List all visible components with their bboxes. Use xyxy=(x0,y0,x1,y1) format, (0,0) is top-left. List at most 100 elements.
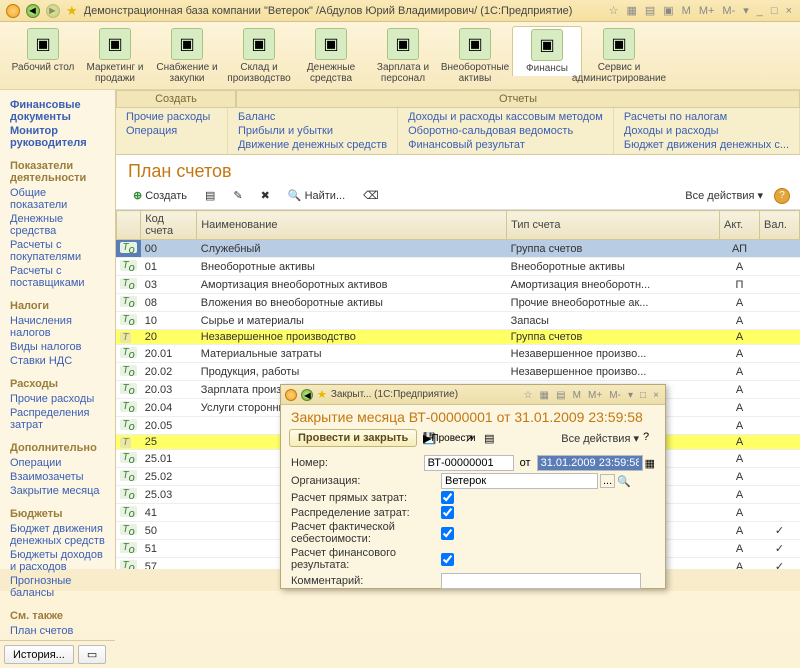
table-row[interactable]: To03Амортизация внеоборотных активовАмор… xyxy=(116,276,799,294)
sidebar-link[interactable]: Операции xyxy=(10,456,105,470)
sidebar-link[interactable]: Расчеты с поставщиками xyxy=(10,264,105,290)
sidebar-link[interactable]: Закрытие месяца xyxy=(10,484,105,498)
ribbon-link[interactable]: Прибыли и убытки xyxy=(238,124,387,138)
sidebar-link[interactable]: Расчеты с покупателями xyxy=(10,238,105,264)
org-field[interactable] xyxy=(441,473,598,489)
section-1[interactable]: ▣Маркетинг и продажи xyxy=(80,26,150,86)
table-row[interactable]: To00СлужебныйГруппа счетовАП xyxy=(116,240,799,258)
actual-cost-checkbox[interactable] xyxy=(441,527,454,540)
modal-nav-back[interactable]: ◄ xyxy=(301,389,313,401)
minimize-button[interactable]: _ xyxy=(755,5,765,17)
close-button[interactable]: × xyxy=(784,5,794,17)
star-icon[interactable]: ☆ xyxy=(607,4,621,17)
mem-m[interactable]: M xyxy=(680,5,693,17)
modal-m[interactable]: M xyxy=(571,390,583,401)
find-button[interactable]: 🔍Найти... xyxy=(281,186,352,205)
modal-calc-icon[interactable]: ▤ xyxy=(554,390,567,401)
number-field[interactable] xyxy=(424,455,514,471)
ribbon-link[interactable]: Финансовый результат xyxy=(408,138,603,152)
table-row[interactable]: To20.01Материальные затратыНезавершенное… xyxy=(116,345,799,363)
modal-star-icon[interactable]: ☆ xyxy=(522,390,535,401)
ribbon-link[interactable]: Баланс xyxy=(238,110,387,124)
report-icon[interactable]: ▤ xyxy=(481,430,497,446)
mem-mminus[interactable]: M- xyxy=(720,5,737,17)
sidebar-link[interactable]: Бюджет движения денежных средств xyxy=(10,522,105,548)
ribbon-link[interactable]: Оборотно-сальдовая ведомость xyxy=(408,124,603,138)
sidebar-link[interactable]: Распределения затрат xyxy=(10,406,105,432)
table-row[interactable]: To01Внеоборотные активыВнеоборотные акти… xyxy=(116,258,799,276)
modal-fav-icon[interactable]: ★ xyxy=(317,388,327,401)
grid-header[interactable] xyxy=(116,211,140,240)
section-6[interactable]: ▣Внеоборотные активы xyxy=(440,26,510,86)
create-button[interactable]: ⊕Создать xyxy=(126,186,194,205)
sidebar-link[interactable]: Монитор руководителя xyxy=(10,124,105,150)
table-row[interactable]: To10Сырье и материалыЗапасыА xyxy=(116,312,799,330)
calendar-icon[interactable]: ▣ xyxy=(661,4,675,17)
org-open-icon[interactable]: 🔍 xyxy=(617,475,631,488)
section-5[interactable]: ▣Зарплата и персонал xyxy=(368,26,438,86)
sidebar-link[interactable]: Виды налогов xyxy=(10,340,105,354)
table-row[interactable]: T20Незавершенное производствоГруппа счет… xyxy=(116,330,799,345)
grid-header[interactable]: Наименование xyxy=(197,211,507,240)
nav-back-icon[interactable]: ◄ xyxy=(26,4,40,18)
sidebar-link[interactable]: Ставки НДС xyxy=(10,354,105,368)
modal-close[interactable]: × xyxy=(651,390,661,401)
ribbon-link[interactable]: Бюджет движения денежных с... xyxy=(624,138,789,152)
ribbon-link[interactable]: Прочие расходы xyxy=(126,110,217,124)
post-and-close-button[interactable]: Провести и закрыть xyxy=(289,429,417,447)
section-2[interactable]: ▣Снабжение и закупки xyxy=(152,26,222,86)
grid-header[interactable]: Акт. xyxy=(720,211,760,240)
table-row[interactable]: To08Вложения во внеоборотные активыПрочи… xyxy=(116,294,799,312)
dropdown-icon[interactable]: ▾ xyxy=(741,4,751,17)
grid-header[interactable]: Тип счета xyxy=(507,211,720,240)
sidebar-link[interactable]: Прогнозные балансы xyxy=(10,574,105,600)
mem-mplus[interactable]: M+ xyxy=(697,5,717,17)
calc-icon[interactable]: ▤ xyxy=(643,4,657,17)
section-8[interactable]: ▣Сервис и администрирование xyxy=(584,26,654,86)
modal-mminus[interactable]: M- xyxy=(607,390,623,401)
modal-dd[interactable]: ▾ xyxy=(626,390,635,401)
section-4[interactable]: ▣Денежные средства xyxy=(296,26,366,86)
table-row[interactable]: To20.02Продукция, работыНезавершенное пр… xyxy=(116,363,799,381)
modal-grid-icon[interactable]: ▦ xyxy=(538,390,551,401)
sidebar-extra-button[interactable]: ▭ xyxy=(78,645,106,664)
ribbon-link[interactable]: Доходы и расходы xyxy=(624,124,789,138)
sidebar-link[interactable]: Начисления налогов xyxy=(10,314,105,340)
modal-all-actions[interactable]: Все действия ▾ xyxy=(561,432,639,445)
grid-header[interactable]: Код счета xyxy=(141,211,197,240)
delete-button[interactable]: ✖ xyxy=(254,186,277,205)
clear-find-button[interactable]: ⌫ xyxy=(356,186,386,205)
history-button[interactable]: История... xyxy=(4,645,74,664)
calendar-picker-icon[interactable]: ▦ xyxy=(645,457,655,470)
section-0[interactable]: ▣Рабочий стол xyxy=(8,26,78,75)
modal-help-icon[interactable]: ? xyxy=(643,431,657,445)
sidebar-link[interactable]: Общие показатели xyxy=(10,186,105,212)
grid-header[interactable]: Вал. xyxy=(760,211,800,240)
help-icon[interactable]: ? xyxy=(774,188,790,204)
date-field[interactable] xyxy=(537,455,643,471)
modal-max[interactable]: □ xyxy=(638,390,648,401)
sidebar-link[interactable]: Взаимозачеты xyxy=(10,470,105,484)
modal-mplus[interactable]: M+ xyxy=(586,390,604,401)
sidebar-link[interactable]: Денежные средства xyxy=(10,212,105,238)
link-icon[interactable]: ↗ xyxy=(461,430,477,446)
favorite-icon[interactable]: ★ xyxy=(66,3,78,19)
comment-field[interactable] xyxy=(441,573,641,589)
all-actions-button[interactable]: Все действия ▾ xyxy=(678,186,770,205)
cost-distribution-checkbox[interactable] xyxy=(441,506,454,519)
edit-button[interactable]: ✎ xyxy=(226,186,249,205)
sidebar-link[interactable]: Финансовые документы xyxy=(10,98,105,124)
fin-result-checkbox[interactable] xyxy=(441,553,454,566)
copy-button[interactable]: ▤ xyxy=(198,186,222,205)
ribbon-link[interactable]: Движение денежных средств xyxy=(238,138,387,152)
direct-costs-checkbox[interactable] xyxy=(441,491,454,504)
grid-icon[interactable]: ▦ xyxy=(624,4,638,17)
ribbon-link[interactable]: Доходы и расходы кассовым методом xyxy=(408,110,603,124)
maximize-button[interactable]: □ xyxy=(769,5,780,17)
sidebar-link[interactable]: Бюджеты доходов и расходов xyxy=(10,548,105,574)
sidebar-link[interactable]: План счетов xyxy=(10,624,105,638)
section-3[interactable]: ▣Склад и производство xyxy=(224,26,294,86)
ribbon-link[interactable]: Операция xyxy=(126,124,217,138)
ribbon-link[interactable]: Расчеты по налогам xyxy=(624,110,789,124)
org-select-button[interactable]: ... xyxy=(600,474,615,488)
